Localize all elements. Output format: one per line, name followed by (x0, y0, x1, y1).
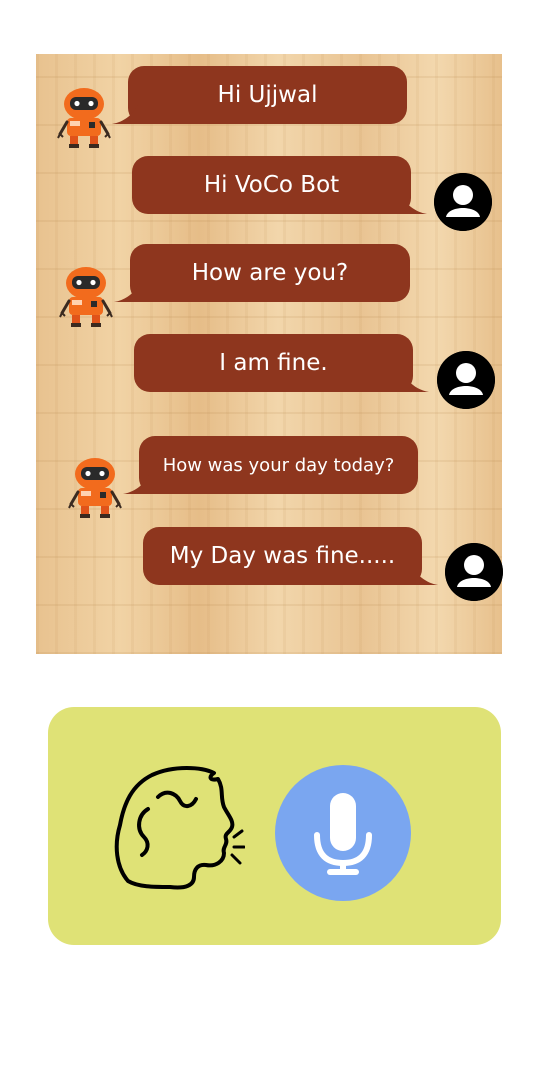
message-text: I am fine. (219, 350, 328, 376)
bubble-tail (112, 104, 152, 124)
microphone-icon (314, 793, 372, 875)
robot-icon (58, 263, 114, 329)
robot-icon (56, 84, 112, 150)
user-icon (434, 173, 492, 231)
robot-icon (67, 454, 123, 520)
chat-bubble-user: Hi VoCo Bot (132, 156, 411, 214)
bubble-tail (389, 372, 429, 392)
speaking-head-icon (114, 766, 245, 890)
chat-bubble-bot: How was your day today? (139, 436, 418, 494)
bubble-tail (387, 194, 427, 214)
chat-bubble-bot: How are you? (130, 244, 410, 302)
message-text: How was your day today? (162, 454, 395, 476)
message-text: My Day was fine..... (169, 543, 396, 569)
message-text: Hi Ujjwal (217, 82, 318, 108)
microphone-button[interactable] (275, 765, 411, 901)
chat-bubble-bot: Hi Ujjwal (128, 66, 407, 124)
chat-bubble-user: My Day was fine..... (143, 527, 422, 585)
bubble-tail (398, 565, 438, 585)
message-text: How are you? (191, 260, 349, 286)
user-icon (445, 543, 503, 601)
user-icon (437, 351, 495, 409)
message-text: Hi VoCo Bot (203, 172, 340, 198)
chat-bubble-user: I am fine. (134, 334, 413, 392)
bubble-tail (123, 474, 163, 494)
bubble-tail (114, 282, 154, 302)
